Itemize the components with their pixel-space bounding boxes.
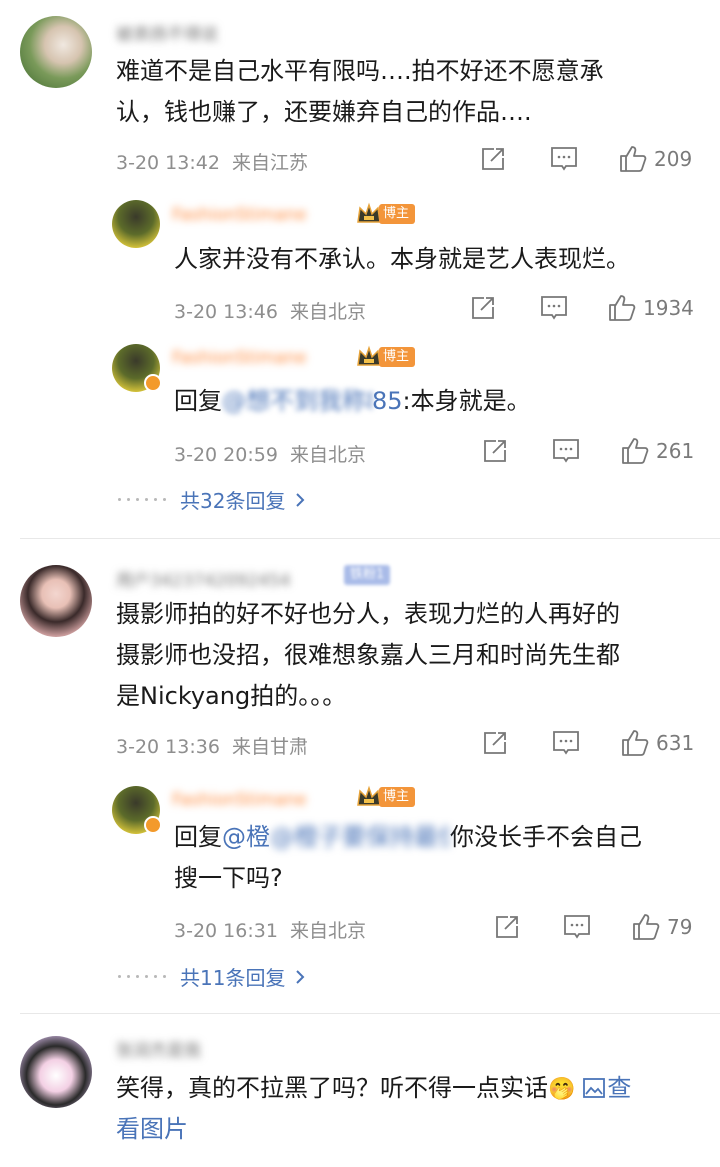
image-icon xyxy=(583,1078,606,1098)
comment-icon xyxy=(541,296,567,320)
location: 来自北京 xyxy=(290,920,367,942)
like-icon xyxy=(620,146,647,172)
location: 来自北京 xyxy=(290,301,367,323)
divider xyxy=(20,1013,720,1014)
reply-time: 3-20 16:31 来自北京 xyxy=(174,916,366,943)
blogger-badge: 博主 xyxy=(356,785,416,809)
reply-prefix: 回复 xyxy=(174,823,222,851)
comment-button[interactable] xyxy=(540,295,568,321)
view-more-replies[interactable]: 共11条回复 xyxy=(118,962,309,991)
avatar[interactable] xyxy=(112,200,160,248)
timestamp: 3-20 13:42 xyxy=(116,152,220,174)
blogger-badge: 博主 xyxy=(356,345,416,369)
more-replies-label[interactable]: 共11条回复 xyxy=(180,962,285,991)
comment-text: 难道不是自己水平有限吗….拍不好还不愿意承 xyxy=(116,57,604,85)
like-count: 79 xyxy=(667,915,693,939)
comment-text: 认，钱也赚了，还要嫌弃自己的作品…. xyxy=(116,98,532,126)
share-button[interactable] xyxy=(494,914,520,940)
comment-icon xyxy=(553,439,579,463)
comment-time: 3-20 13:42 来自江苏 xyxy=(116,148,308,175)
comment-button[interactable] xyxy=(563,914,591,940)
comment-text: 笑得，真的不拉黑了吗？听不得一点实话🤭 查 xyxy=(116,1074,632,1102)
share-button[interactable] xyxy=(482,438,508,464)
mention-link[interactable]: @橙 xyxy=(222,823,270,851)
comment-time: 3-20 13:36 来自甘肃 xyxy=(116,732,308,759)
share-button[interactable] xyxy=(480,146,506,172)
username[interactable]: 用户3423742092454 xyxy=(116,566,291,591)
comment-text: 是Nickyang拍的。。。 xyxy=(116,682,347,710)
timestamp: 3-20 13:36 xyxy=(116,736,220,758)
share-icon xyxy=(472,297,494,319)
dots-divider xyxy=(118,498,166,501)
view-image-link[interactable]: 查 xyxy=(583,1074,631,1102)
like-button[interactable]: 79 xyxy=(631,912,692,942)
comment-button[interactable] xyxy=(550,146,578,172)
like-icon xyxy=(609,295,636,321)
location: 来自江苏 xyxy=(232,152,309,174)
comment-button[interactable] xyxy=(552,730,580,756)
username[interactable]: FashionStimane xyxy=(172,205,307,225)
verified-badge xyxy=(144,816,162,834)
reply-time: 3-20 13:46 来自北京 xyxy=(174,297,366,324)
dots-divider xyxy=(118,975,166,978)
comment-button[interactable] xyxy=(552,438,580,464)
like-count: 1934 xyxy=(643,296,694,320)
share-button[interactable] xyxy=(470,295,496,321)
timestamp: 3-20 13:46 xyxy=(174,301,278,323)
username[interactable]: 被表扬不得说 xyxy=(116,20,218,45)
share-icon xyxy=(484,732,506,754)
location: 来自甘肃 xyxy=(232,736,309,758)
like-count: 261 xyxy=(656,439,695,463)
reply-body: :本身就是。 xyxy=(402,387,531,415)
share-icon xyxy=(484,440,506,462)
comment-text: 摄影师拍的好不好也分人，表现力烂的人再好的 xyxy=(116,600,620,628)
username[interactable]: FashionStimane xyxy=(172,790,307,810)
view-more-replies[interactable]: 共32条回复 xyxy=(118,485,309,514)
avatar[interactable] xyxy=(20,16,92,88)
reply-text: 回复@橙@橙子要保持最佳状态你没长手不会自己 xyxy=(174,817,642,858)
username[interactable]: FashionStimane xyxy=(172,348,307,368)
comment-text: 摄影师也没招，很难想象嘉人三月和时尚先生都 xyxy=(116,641,620,669)
location: 来自北京 xyxy=(290,444,367,466)
like-count: 209 xyxy=(654,147,693,171)
fan-badge: 铁粉1 xyxy=(344,565,391,585)
avatar[interactable] xyxy=(20,1036,92,1108)
reply-text: 搜一下吗? xyxy=(174,864,283,892)
reply-prefix: 回复 xyxy=(174,387,222,415)
chevron-right-icon xyxy=(296,969,305,984)
timestamp: 3-20 16:31 xyxy=(174,920,278,942)
like-count: 631 xyxy=(656,731,695,755)
like-button[interactable]: 209 xyxy=(618,144,692,174)
comment-icon xyxy=(564,915,590,939)
chevron-right-icon xyxy=(296,492,305,507)
like-icon xyxy=(622,438,649,464)
like-icon xyxy=(622,730,649,756)
divider xyxy=(20,538,720,539)
comment-icon xyxy=(553,731,579,755)
mention-link-blurred[interactable]: @橙子要保持最佳状态 xyxy=(270,817,450,858)
share-button[interactable] xyxy=(482,730,508,756)
view-image-link[interactable]: 看图片 xyxy=(116,1109,188,1150)
comment-icon xyxy=(551,147,577,171)
more-replies-label[interactable]: 共32条回复 xyxy=(180,485,285,514)
avatar[interactable] xyxy=(20,565,92,637)
verified-badge xyxy=(144,374,162,392)
share-icon xyxy=(482,148,504,170)
mention-link-end[interactable]: 85 xyxy=(372,387,403,415)
reply-body: 你没长手不会自己 xyxy=(450,823,642,851)
mention-link[interactable]: @想不到我称85 xyxy=(222,381,372,422)
timestamp: 3-20 20:59 xyxy=(174,444,278,466)
reply-text: 人家并没有不承认。本身就是艺人表现烂。 xyxy=(174,245,630,273)
emoji: 🤭 xyxy=(548,1077,576,1102)
like-button[interactable]: 261 xyxy=(620,436,694,466)
blogger-badge: 博主 xyxy=(356,202,416,226)
username[interactable]: 张润杰是我 xyxy=(116,1036,201,1061)
like-button[interactable]: 631 xyxy=(620,728,694,758)
like-button[interactable]: 1934 xyxy=(607,293,694,323)
share-icon xyxy=(496,916,518,938)
reply-time: 3-20 20:59 来自北京 xyxy=(174,440,366,467)
reply-text: 回复@想不到我称8585:本身就是。 xyxy=(174,381,531,422)
like-icon xyxy=(633,914,660,940)
